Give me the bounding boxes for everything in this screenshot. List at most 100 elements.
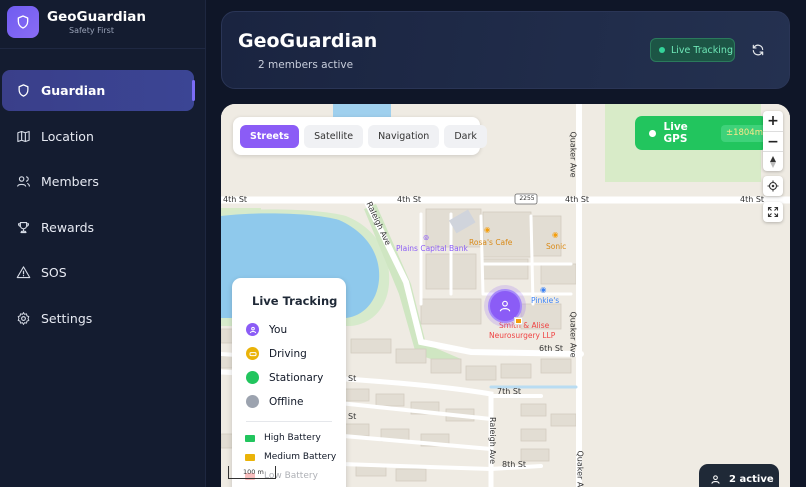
legend-title: Live Tracking [252, 294, 338, 308]
sidebar-item-rewards[interactable]: Rewards [2, 207, 194, 248]
poi-label-neuro-2[interactable]: Neurosurgery LLP [489, 331, 555, 340]
street-label: 4th St [565, 195, 590, 204]
brand-logo [7, 6, 39, 38]
trophy-icon [15, 219, 31, 235]
user-icon [711, 474, 720, 484]
compass-icon [770, 155, 776, 168]
sidebar-item-members[interactable]: Members [2, 161, 194, 202]
brand: GeoGuardian Safety First [7, 6, 146, 38]
pin-tag [514, 317, 523, 325]
map-view[interactable]: 4th St 4th St 4th St 4th St 2255 Quaker … [221, 104, 790, 487]
active-members-badge[interactable]: 2 active [699, 464, 779, 487]
street-label: St [348, 412, 357, 421]
brand-subtitle: Safety First [69, 25, 114, 35]
street-label: Raleigh Ave [488, 416, 498, 465]
shield-icon [17, 15, 29, 29]
street-label: Quaker Ave [568, 311, 578, 358]
legend-battery-medium: Medium Battery [245, 452, 336, 462]
live-tracking-label: Live Tracking [671, 44, 733, 56]
legend-item-offline: Offline [246, 395, 303, 408]
shield-icon [15, 83, 31, 99]
legend-label: Medium Battery [264, 452, 337, 462]
sidebar-item-label: SOS [41, 265, 67, 280]
sidebar-divider [0, 48, 206, 49]
fullscreen-icon [767, 206, 779, 218]
user-icon [499, 300, 511, 312]
legend-battery-high: High Battery [245, 433, 321, 443]
live-gps-badge[interactable]: Live GPS ±1804m [635, 116, 768, 150]
street-label: 7th St [497, 387, 522, 396]
poi-bank-icon: ⊚ [423, 233, 430, 242]
zoom-out-button[interactable]: − [763, 131, 783, 151]
user-icon [246, 323, 259, 336]
legend-label: High Battery [264, 433, 321, 443]
legend-item-stationary: Stationary [246, 371, 323, 384]
map-style-streets-button[interactable]: Streets [240, 124, 300, 148]
page-title: GeoGuardian [238, 30, 378, 52]
users-icon [15, 174, 31, 190]
street-label: 4th St [397, 195, 422, 204]
map-icon [15, 128, 31, 144]
legend-divider [246, 421, 332, 422]
sidebar-item-label: Rewards [41, 219, 95, 235]
fullscreen-button[interactable] [763, 202, 783, 222]
sidebar-nav: Guardian Location Members Rewards SOS Se… [0, 70, 206, 343]
legend-label: Driving [269, 347, 307, 360]
sidebar-item-label: Location [41, 128, 94, 144]
sidebar-item-label: Settings [41, 310, 93, 326]
poi-sonic-icon: ◉ [552, 230, 559, 239]
header-card: GeoGuardian 2 members active Live Tracki… [221, 11, 790, 89]
poi-label-bank[interactable]: Plains Capital Bank [396, 244, 468, 253]
gear-icon [15, 310, 31, 326]
active-count: 2 active [729, 473, 774, 485]
street-label: St [348, 374, 357, 383]
live-tracking-badge[interactable]: Live Tracking [650, 38, 735, 62]
street-label: 8th St [502, 460, 527, 469]
poi-label-cafe[interactable]: Rosa's Cafe [469, 238, 512, 247]
warning-icon [15, 265, 31, 281]
poi-label-pinkies[interactable]: Pinkie's [531, 296, 559, 305]
map-style-switcher: Streets Satellite Navigation Dark [233, 117, 487, 155]
battery-high-swatch [245, 434, 255, 442]
poi-label-sonic[interactable]: Sonic [546, 242, 566, 251]
sidebar-item-label: Guardian [41, 83, 106, 98]
stationary-dot-icon [246, 371, 259, 384]
battery-medium-swatch [245, 453, 255, 461]
members-active-text: 2 members active [258, 59, 354, 71]
brand-title: GeoGuardian [47, 8, 146, 25]
sidebar-item-label: Members [41, 174, 99, 189]
gps-dot-icon [649, 129, 656, 137]
legend-label: You [269, 323, 288, 336]
offline-dot-icon [246, 395, 259, 408]
map-style-satellite-button[interactable]: Satellite [304, 124, 364, 148]
street-label: 6th St [539, 344, 564, 353]
refresh-button[interactable] [748, 40, 768, 60]
route-shield-label: 2255 [519, 195, 535, 202]
refresh-icon [752, 44, 764, 56]
compass-button[interactable] [763, 151, 783, 171]
street-label: Quaker Ave [568, 131, 578, 178]
legend-item-you: You [246, 323, 287, 336]
street-label: Quaker Ave [575, 450, 585, 487]
zoom-in-button[interactable]: + [763, 111, 783, 131]
live-dot-icon [659, 47, 665, 53]
sidebar: GeoGuardian Safety First Guardian Locati… [0, 0, 206, 487]
map-style-navigation-button[interactable]: Navigation [368, 124, 440, 148]
sidebar-item-location[interactable]: Location [2, 116, 194, 157]
locate-me-button[interactable] [763, 176, 783, 196]
poi-pinkies-icon: ◉ [540, 285, 547, 294]
sidebar-item-settings[interactable]: Settings [2, 298, 194, 339]
zoom-controls: + − [763, 111, 783, 171]
legend-label: Stationary [269, 371, 324, 384]
legend-item-driving: Driving [246, 347, 307, 360]
legend-label: Offline [269, 395, 304, 408]
street-label: 4th St [223, 195, 248, 204]
sidebar-item-sos[interactable]: SOS [2, 252, 194, 293]
map-style-dark-button[interactable]: Dark [444, 124, 487, 148]
car-icon [246, 347, 259, 360]
sidebar-item-guardian[interactable]: Guardian [2, 70, 195, 111]
scale-label: 100 m [243, 468, 264, 476]
tracking-legend: Live Tracking You Driving Stationary Off… [232, 278, 346, 487]
gps-accuracy: ±1804m [720, 124, 768, 142]
live-gps-label: Live GPS [663, 121, 688, 145]
